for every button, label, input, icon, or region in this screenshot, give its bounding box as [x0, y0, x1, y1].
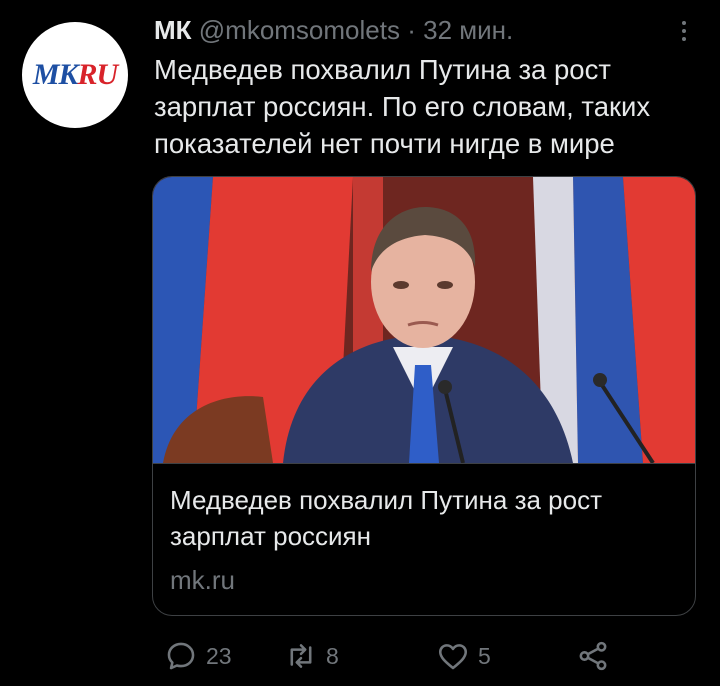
card-domain: mk.ru [170, 565, 235, 595]
more-vertical-icon[interactable] [672, 16, 696, 46]
like-count: 5 [478, 642, 491, 669]
retweet-button[interactable]: 8 [284, 636, 339, 676]
separator: · [407, 15, 416, 45]
link-card[interactable]: Медведев похвалил Путина за рост зарплат… [152, 176, 696, 616]
card-title[interactable]: Медведев похвалил Путина за рост зарплат… [170, 482, 680, 554]
heart-icon [438, 644, 468, 670]
reply-icon [167, 642, 195, 670]
share-icon [579, 641, 607, 671]
card-image [153, 177, 695, 464]
handle[interactable]: @mkomsomolets [199, 15, 400, 45]
reply-count: 23 [206, 642, 232, 669]
share-button[interactable] [576, 636, 610, 676]
tweet-text: Медведев похвалил Путина за рост зарплат… [154, 54, 651, 159]
timestamp[interactable]: 32 мин. [423, 15, 513, 45]
tweet-header: МК @mkomsomolets · 32 мин. [154, 12, 513, 48]
retweet-count: 8 [326, 642, 339, 669]
logo-ru-text: RU [77, 58, 119, 91]
avatar[interactable]: MKRU [22, 22, 128, 128]
reply-button[interactable]: 23 [164, 636, 232, 676]
mk-ru-logo: MKRU [32, 58, 119, 91]
logo-mk-text: MK [32, 58, 79, 91]
like-button[interactable]: 5 [436, 636, 491, 676]
retweet-icon [290, 644, 312, 668]
display-name[interactable]: МК [154, 15, 192, 45]
